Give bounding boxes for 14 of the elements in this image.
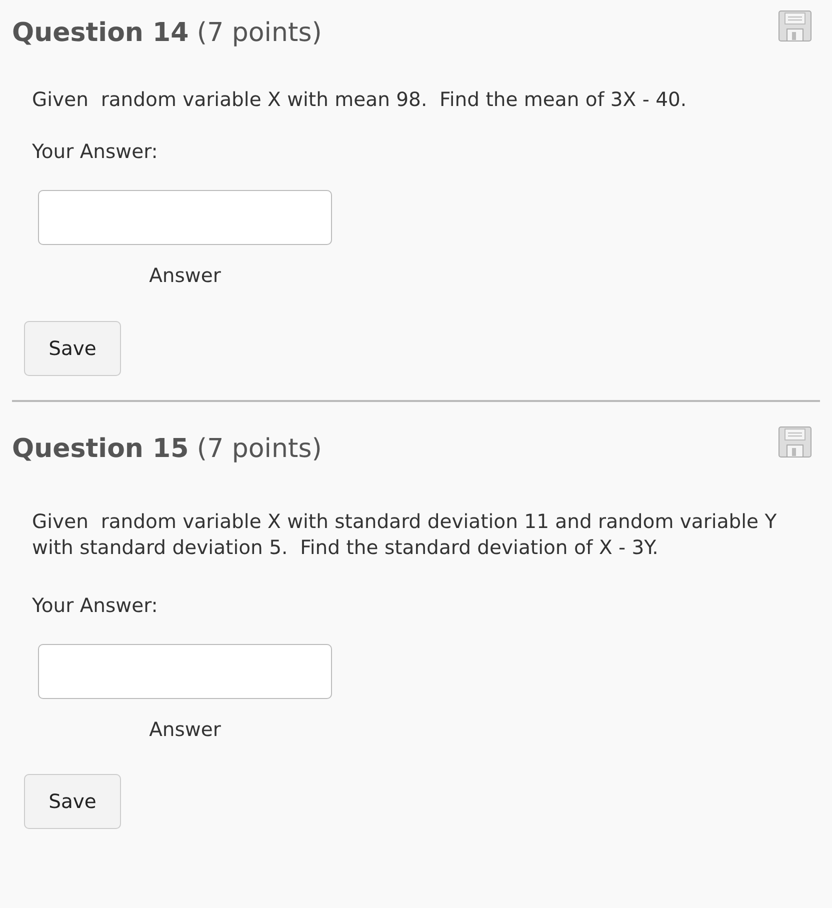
question-text: Given random variable X with standard deviation 11 and random variable Y with standard deviation 5. Find the standard deviation of X - 3Y.: [31, 508, 778, 561]
save-icon[interactable]: [778, 10, 812, 42]
field-caption: Answer: [149, 718, 221, 742]
answer-field[interactable]: [38, 190, 332, 246]
answer-field[interactable]: [38, 644, 332, 700]
save-button[interactable]: Save: [24, 774, 121, 830]
question-text: Given random variable X with mean 98. Find the mean of 3X - 40.: [31, 87, 688, 114]
question-heading: Question 15 (7 points): [12, 434, 322, 465]
answer-label: Your Answer:: [32, 140, 158, 164]
answer-label: Your Answer:: [32, 594, 158, 617]
save-icon[interactable]: [778, 426, 812, 458]
question-heading: Question 14 (7 points): [12, 18, 322, 50]
field-caption: Answer: [149, 264, 221, 288]
save-button[interactable]: Save: [24, 320, 121, 376]
